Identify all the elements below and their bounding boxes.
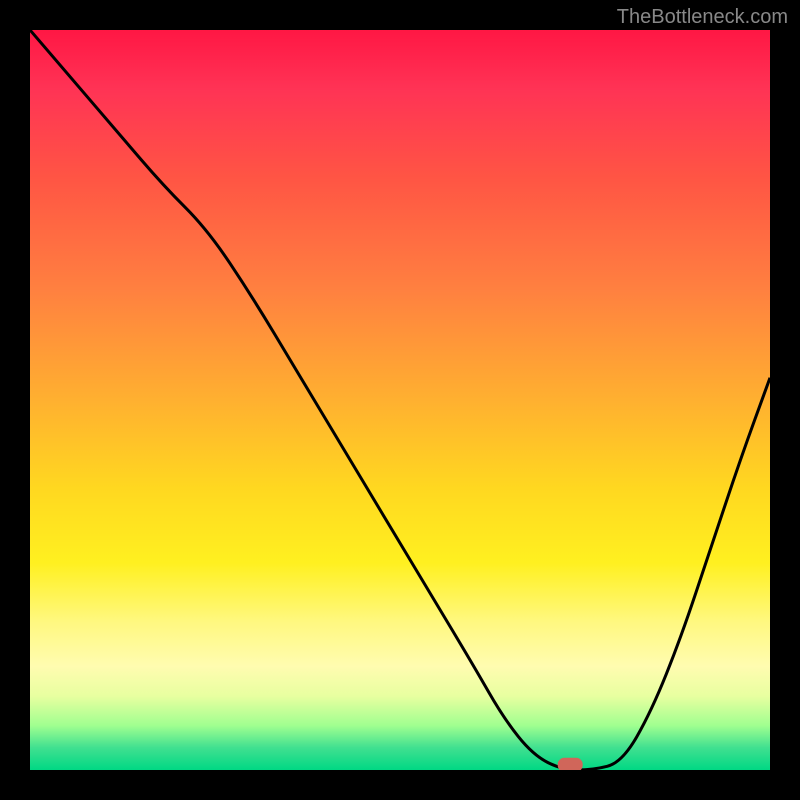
plot-area: [30, 30, 770, 770]
curve-line: [30, 30, 770, 770]
minimum-marker: [558, 758, 582, 770]
watermark-text: TheBottleneck.com: [617, 6, 788, 29]
chart-svg: [30, 30, 770, 770]
